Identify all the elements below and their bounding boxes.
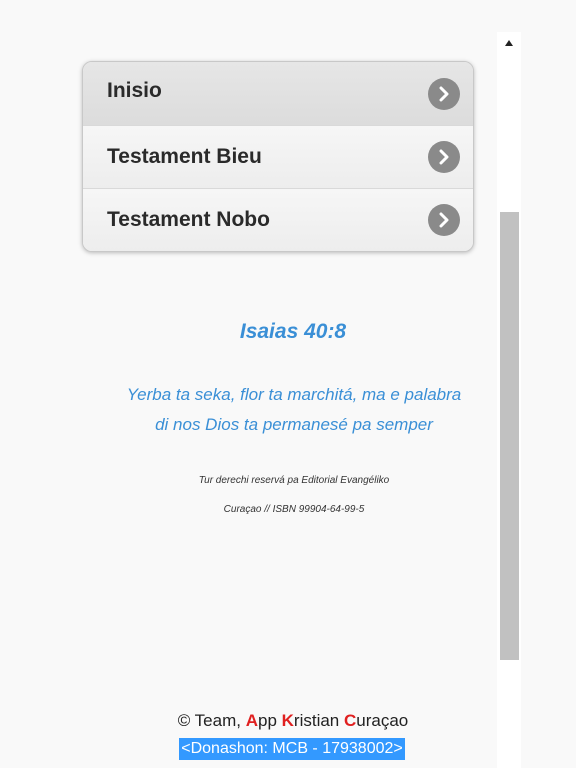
footer-credit: © Team, App Kristian Curaçao <box>0 711 576 731</box>
verse-text: Yerba ta seka, flor ta marchitá, ma e pa… <box>94 380 494 440</box>
donation-row: <Donashon: MCB - 17938002> <box>0 738 576 760</box>
main-menu: Inisio Testament Bieu Testament Nobo <box>82 61 474 252</box>
arrow-up-icon[interactable] <box>497 36 521 50</box>
chevron-right-icon <box>428 204 460 236</box>
footer-initial-a: A <box>245 711 258 730</box>
footer-text: uraçao <box>356 711 409 730</box>
scroll-thumb[interactable] <box>500 212 519 660</box>
app-page: Inisio Testament Bieu Testament Nobo Isa… <box>0 0 497 768</box>
verse-reference: Isaias 40:8 <box>239 320 347 343</box>
donation-link[interactable]: <Donashon: MCB - 17938002> <box>179 738 405 760</box>
footer-initial-k: K <box>281 711 294 730</box>
chevron-right-icon <box>428 141 460 173</box>
menu-item-label: Inisio <box>107 78 162 102</box>
footer-text: pp <box>257 711 282 730</box>
chevron-right-icon <box>428 77 460 110</box>
verse-line: di nos Dios ta permanesé pa semper <box>155 415 433 434</box>
menu-item-label: Testament Bieu <box>107 145 262 168</box>
scrollbar[interactable] <box>497 32 521 768</box>
menu-item-testament-nobo[interactable]: Testament Nobo <box>83 188 473 251</box>
verse-line: Yerba ta seka, flor ta marchitá, ma e pa… <box>126 385 462 404</box>
rights-notice: Tur derechi reservá pa Editorial Evangél… <box>198 475 390 486</box>
isbn-notice: Curaçao // ISBN 99904-64-99-5 <box>223 504 365 515</box>
footer-initial-c: C <box>343 711 357 730</box>
menu-item-inisio[interactable]: Inisio <box>83 62 473 125</box>
footer-prefix: © Team, <box>177 711 246 730</box>
menu-item-testament-bieu[interactable]: Testament Bieu <box>83 125 473 188</box>
footer-text: ristian <box>293 711 344 730</box>
menu-item-label: Testament Nobo <box>107 208 270 231</box>
